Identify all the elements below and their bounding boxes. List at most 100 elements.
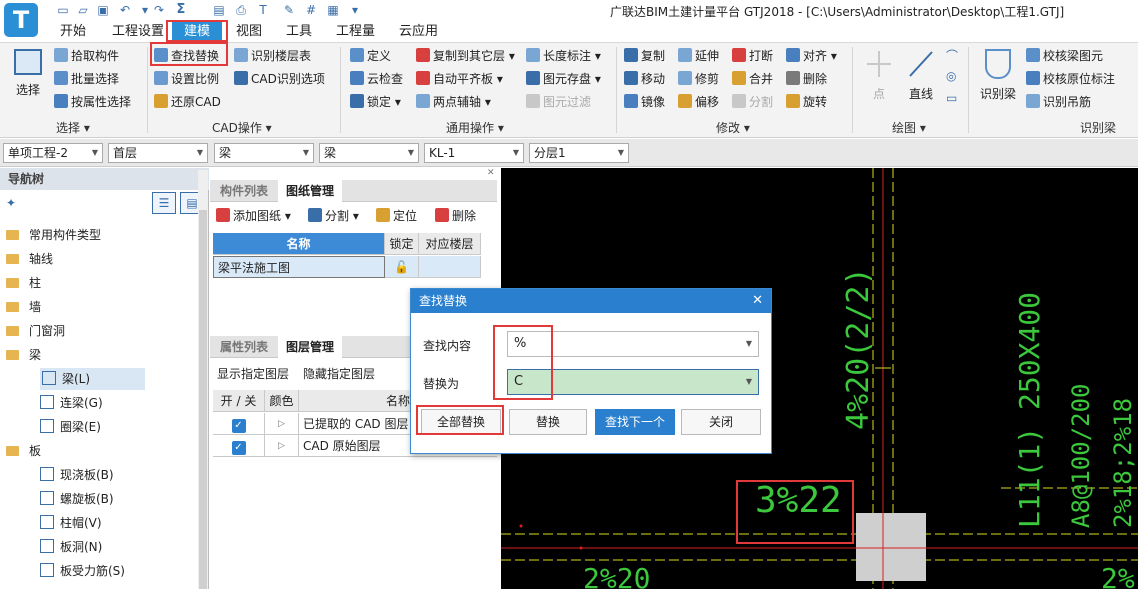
offset-button[interactable]: 偏移 bbox=[678, 92, 719, 112]
recognize-beam-button[interactable]: 识别梁 bbox=[976, 49, 1020, 102]
cad-text-bottom-right[interactable]: 2% bbox=[1101, 562, 1135, 589]
menu-quantities[interactable]: 工程量 bbox=[336, 22, 375, 42]
select-by-property-button[interactable]: 按属性选择 bbox=[54, 92, 131, 112]
component-select[interactable]: KL-1 ▼ bbox=[424, 143, 524, 163]
menu-project-settings[interactable]: 工程设置 bbox=[112, 22, 164, 42]
delete-button[interactable]: 删除 bbox=[786, 69, 827, 89]
edit-icon[interactable]: ✎ bbox=[282, 3, 296, 17]
open-folder-icon[interactable]: ▱ bbox=[76, 3, 90, 17]
nav-item[interactable]: 梁(L) bbox=[40, 368, 145, 390]
add-drawing-button[interactable]: 添加图纸 ▾ bbox=[216, 204, 291, 228]
layer-toggle-checkbox[interactable]: ✓ bbox=[213, 435, 265, 457]
restore-cad-button[interactable]: 还原CAD bbox=[154, 92, 221, 112]
recognize-hanger-button[interactable]: 识别吊筋 bbox=[1026, 92, 1091, 112]
tab-drawing-management[interactable]: 图纸管理 bbox=[278, 180, 343, 202]
find-input[interactable]: % ▼ bbox=[507, 331, 759, 357]
subtype-select[interactable]: 梁 ▼ bbox=[319, 143, 419, 163]
break-button[interactable]: 打断 bbox=[732, 46, 773, 66]
cad-text-vertical-right-3[interactable]: 2%18;2%18 bbox=[1109, 318, 1137, 528]
redo-icon[interactable]: ↷ bbox=[152, 3, 166, 17]
lock-button[interactable]: 锁定 ▾ bbox=[350, 92, 401, 112]
split-button[interactable]: 分割 bbox=[732, 92, 773, 112]
column-floor[interactable]: 对应楼层 bbox=[419, 233, 481, 255]
nav-item[interactable]: 现浇板(B) bbox=[40, 464, 114, 486]
column-color[interactable]: 颜色 bbox=[265, 390, 299, 412]
layers-icon[interactable]: ▦ bbox=[326, 3, 340, 17]
column-on-off[interactable]: 开 / 关 bbox=[213, 390, 265, 412]
expand-arrow-icon[interactable]: ▷ bbox=[265, 435, 299, 457]
sum-icon[interactable]: Σ bbox=[174, 3, 188, 17]
column-lock[interactable]: 锁定 bbox=[385, 233, 419, 255]
cad-text-bottom-label[interactable]: 3%22 bbox=[755, 480, 842, 521]
layer-select[interactable]: 分层1 ▼ bbox=[529, 143, 629, 163]
tab-layer-management[interactable]: 图层管理 bbox=[278, 336, 343, 358]
nav-item[interactable]: 板洞(N) bbox=[40, 536, 102, 558]
cad-recognize-options-button[interactable]: CAD识别选项 bbox=[234, 69, 325, 89]
cad-text-vertical-left[interactable]: 4%20(2/2) bbox=[841, 250, 876, 430]
customize-icon[interactable]: ▾ bbox=[348, 3, 362, 17]
merge-button[interactable]: 合并 bbox=[732, 69, 773, 89]
layer-toggle-checkbox[interactable]: ✓ bbox=[213, 413, 265, 435]
report-icon[interactable]: ▤ bbox=[212, 3, 226, 17]
extend-button[interactable]: 延伸 bbox=[678, 46, 719, 66]
save-icon[interactable]: ▣ bbox=[96, 3, 110, 17]
undo-dropdown-icon[interactable]: ▾ bbox=[138, 3, 152, 17]
check-original-annotation-button[interactable]: 校核原位标注 bbox=[1026, 69, 1115, 89]
set-scale-button[interactable]: 设置比例 bbox=[154, 69, 219, 89]
expand-arrow-icon[interactable]: ▷ bbox=[265, 413, 299, 435]
rectangle-icon[interactable]: ▭ bbox=[946, 91, 960, 105]
chevron-down-icon[interactable]: ▼ bbox=[746, 370, 752, 394]
project-select[interactable]: 单项工程-2 ▼ bbox=[3, 143, 103, 163]
menu-cloud[interactable]: 云应用 bbox=[399, 22, 438, 42]
print-icon[interactable]: ⎙ bbox=[234, 3, 248, 17]
line-button[interactable]: 直线 bbox=[904, 49, 938, 102]
locate-button[interactable]: 定位 bbox=[376, 204, 417, 228]
nav-item[interactable]: 柱帽(V) bbox=[40, 512, 102, 534]
list-view-icon[interactable]: ☰ bbox=[152, 192, 176, 214]
nav-item[interactable]: 圈梁(E) bbox=[40, 416, 101, 438]
nav-folder[interactable]: 常用构件类型 bbox=[6, 224, 101, 246]
show-layer-button[interactable]: 显示指定图层 bbox=[217, 362, 289, 386]
app-logo[interactable]: T bbox=[4, 3, 38, 37]
cad-text-vertical-right-2[interactable]: A8@100/200 bbox=[1067, 318, 1095, 529]
tab-component-list[interactable]: 构件列表 bbox=[212, 180, 276, 202]
delete-drawing-button[interactable]: 删除 bbox=[435, 204, 476, 228]
undo-icon[interactable]: ↶ bbox=[118, 3, 132, 17]
type-select[interactable]: 梁 ▼ bbox=[214, 143, 314, 163]
nav-item[interactable]: 连梁(G) bbox=[40, 392, 103, 414]
cad-text-vertical-right-1[interactable]: L11(1) 250X400 bbox=[1013, 278, 1046, 528]
mirror-button[interactable]: 镜像 bbox=[624, 92, 665, 112]
auto-flush-slab-button[interactable]: 自动平齐板 ▾ bbox=[416, 69, 503, 89]
split-drawing-button[interactable]: 分割 ▾ bbox=[308, 204, 359, 228]
element-filter-button[interactable]: 图元过滤 bbox=[526, 92, 591, 112]
nav-folder[interactable]: 墙 bbox=[6, 296, 41, 318]
point-button[interactable]: 点 bbox=[862, 49, 896, 102]
rotate-button[interactable]: 旋转 bbox=[786, 92, 827, 112]
save-element-button[interactable]: 图元存盘 ▾ bbox=[526, 69, 601, 89]
replace-all-button[interactable]: 全部替换 bbox=[421, 409, 501, 435]
find-next-button[interactable]: 查找下一个 bbox=[595, 409, 675, 435]
recognize-floor-table-button[interactable]: 识别楼层表 bbox=[234, 46, 311, 66]
close-button[interactable]: 关闭 bbox=[681, 409, 761, 435]
nav-folder[interactable]: 柱 bbox=[6, 272, 41, 294]
move-button[interactable]: 移动 bbox=[624, 69, 665, 89]
replace-button[interactable]: 替换 bbox=[509, 409, 587, 435]
nav-folder[interactable]: 板 bbox=[6, 440, 41, 462]
tab-property-list[interactable]: 属性列表 bbox=[212, 336, 276, 358]
grid-icon[interactable]: # bbox=[304, 3, 318, 17]
menu-view[interactable]: 视图 bbox=[236, 22, 262, 42]
define-button[interactable]: 定义 bbox=[350, 46, 391, 66]
drawing-row-floor[interactable] bbox=[419, 256, 481, 278]
nav-item[interactable]: 螺旋板(B) bbox=[40, 488, 114, 510]
expand-all-icon[interactable]: ✦ bbox=[6, 196, 20, 210]
circle-icon[interactable]: ◎ bbox=[946, 69, 960, 83]
unlock-icon[interactable]: 🔓 bbox=[385, 256, 419, 278]
batch-select-button[interactable]: 批量选择 bbox=[54, 69, 119, 89]
two-point-axis-button[interactable]: 两点辅轴 ▾ bbox=[416, 92, 491, 112]
nav-folder[interactable]: 门窗洞 bbox=[6, 320, 65, 342]
panel-close-icon[interactable]: ✕ bbox=[487, 168, 497, 180]
find-replace-button[interactable]: 查找替换 bbox=[154, 46, 219, 66]
align-button[interactable]: 对齐 ▾ bbox=[786, 46, 837, 66]
check-beam-element-button[interactable]: 校核梁图元 bbox=[1026, 46, 1103, 66]
text-icon[interactable]: T bbox=[256, 3, 270, 17]
